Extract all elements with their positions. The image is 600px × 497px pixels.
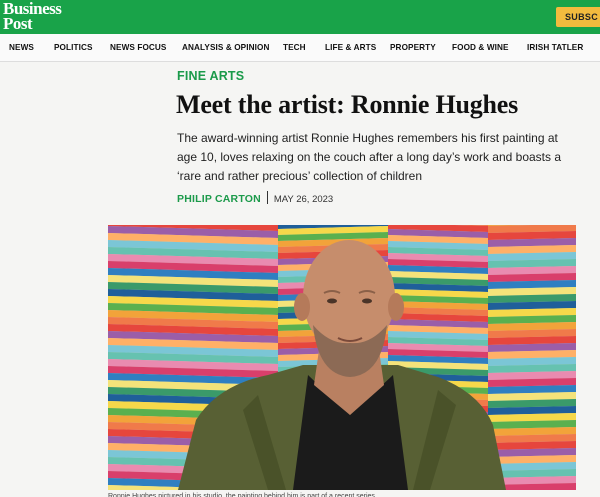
main-nav: NEWS POLITICS NEWS FOCUS ANALYSIS & OPIN…: [0, 34, 600, 62]
nav-item-life-arts[interactable]: LIFE & ARTS: [325, 34, 376, 61]
byline: PHILIP CARTON MAY 26, 2023: [177, 191, 333, 205]
image-caption: Ronnie Hughes pictured in his studio, th…: [108, 493, 375, 497]
nav-item-irish-tatler[interactable]: IRISH TATLER: [527, 34, 583, 61]
site-logo[interactable]: Business Post: [3, 0, 62, 33]
byline-divider: [266, 191, 268, 204]
nav-item-property[interactable]: PROPERTY: [390, 34, 436, 61]
nav-item-analysis-opinion[interactable]: ANALYSIS & OPINION: [182, 34, 269, 61]
logo-line-2: Post: [3, 14, 33, 33]
hero-photo-illustration: [108, 225, 576, 490]
nav-item-tech[interactable]: TECH: [283, 34, 306, 61]
article-standfirst: The award-winning artist Ronnie Hughes r…: [177, 131, 562, 183]
author-link[interactable]: PHILIP CARTON: [177, 193, 261, 205]
nav-item-news[interactable]: NEWS: [9, 34, 34, 61]
nav-item-politics[interactable]: POLITICS: [54, 34, 93, 61]
nav-item-news-focus[interactable]: NEWS FOCUS: [110, 34, 167, 61]
hero-image: [108, 225, 576, 490]
subscribe-button[interactable]: SUBSC: [556, 7, 600, 27]
section-label[interactable]: FINE ARTS: [177, 69, 244, 83]
nav-item-food-wine[interactable]: FOOD & WINE: [452, 34, 509, 61]
publish-date: MAY 26, 2023: [273, 194, 334, 205]
top-bar: Business Post SUBSC: [0, 0, 600, 34]
article-headline: Meet the artist: Ronnie Hughes: [176, 90, 519, 119]
